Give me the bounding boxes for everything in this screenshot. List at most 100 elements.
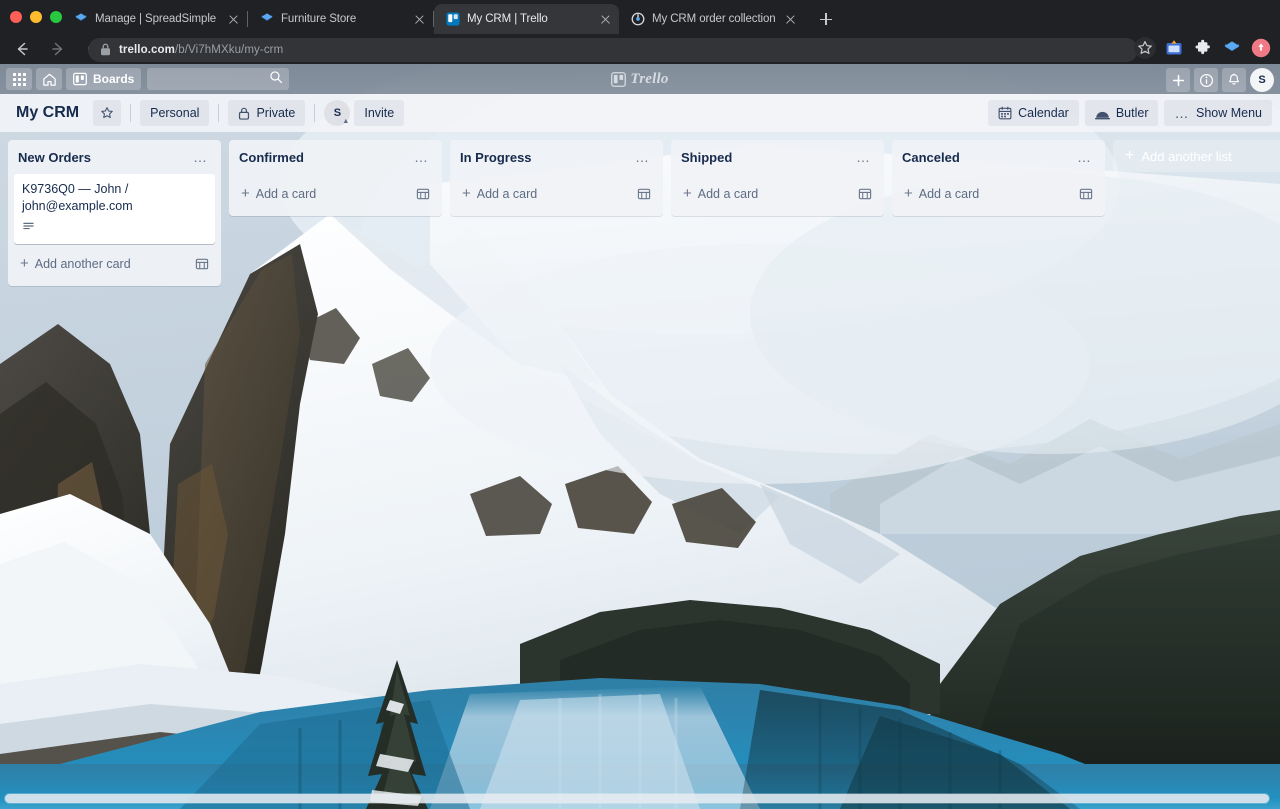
back-button[interactable] (8, 35, 36, 63)
list-header: Shipped … (671, 140, 884, 174)
lock-icon (238, 107, 250, 120)
search-icon (269, 70, 283, 89)
calendar-button[interactable]: Calendar (988, 100, 1079, 126)
add-list-label: Add another list (1141, 149, 1231, 164)
add-a-card-button[interactable]: + Add a card (235, 178, 436, 210)
tab-title: Manage | SpreadSimple (95, 13, 219, 25)
board-title[interactable]: My CRM (8, 104, 89, 122)
invite-button[interactable]: Invite (354, 100, 404, 126)
list-header: In Progress … (450, 140, 663, 174)
workspace-button[interactable]: Personal (140, 100, 209, 126)
info-button[interactable] (1194, 68, 1218, 92)
app-switcher-button[interactable] (6, 68, 32, 90)
board-header-actions: Calendar Butler … Show Menu (988, 100, 1272, 126)
calendar-label: Calendar (1018, 106, 1069, 120)
close-icon[interactable] (598, 12, 613, 27)
add-a-card-button[interactable]: + Add a card (898, 178, 1099, 210)
horizontal-scrollbar[interactable] (4, 793, 1270, 804)
screenshot-extension-icon[interactable] (1163, 37, 1185, 59)
browser-titlebar: Manage | SpreadSimple Furniture Store (0, 0, 1280, 34)
bookmark-star-icon[interactable] (1134, 37, 1156, 59)
plus-icon (1172, 74, 1185, 87)
list-actions-button[interactable]: … (188, 150, 213, 164)
add-card-label: Add another card (35, 257, 131, 271)
add-another-list-button[interactable]: + Add another list (1113, 140, 1280, 172)
list-header: New Orders … (8, 140, 221, 174)
add-a-card-button[interactable]: + Add a card (456, 178, 657, 210)
butler-button[interactable]: Butler (1085, 100, 1159, 126)
new-tab-button[interactable] (812, 5, 840, 33)
card-template-icon[interactable] (858, 187, 872, 201)
list-header: Confirmed … (229, 140, 442, 174)
card-title: K9736Q0 — John / john@example.com (22, 181, 207, 215)
add-button[interactable] (1166, 68, 1190, 92)
add-card-label: Add a card (698, 187, 758, 201)
forward-button[interactable] (44, 35, 72, 63)
plus-icon: + (20, 257, 29, 271)
notifications-button[interactable] (1222, 68, 1246, 92)
list-title[interactable]: Confirmed (239, 150, 409, 165)
list-actions-button[interactable]: … (851, 150, 876, 164)
address-bar[interactable]: trello.com/b/Vi7hMXku/my-crm (88, 38, 1138, 62)
board-member-avatar[interactable]: S ▲ (324, 100, 350, 126)
browser-tab-manage-spreadsimple[interactable]: Manage | SpreadSimple (62, 4, 247, 34)
list-canceled: Canceled … + Add a card (892, 140, 1105, 216)
integromat-clock-icon (631, 12, 645, 26)
list-actions-button[interactable]: … (630, 150, 655, 164)
visibility-button[interactable]: Private (228, 100, 305, 126)
close-icon[interactable] (226, 12, 241, 27)
profile-avatar-icon[interactable] (1250, 37, 1272, 59)
list-title[interactable]: Canceled (902, 150, 1072, 165)
card-template-icon[interactable] (1079, 187, 1093, 201)
card-template-icon[interactable] (637, 187, 651, 201)
tab-title: Furniture Store (281, 13, 405, 25)
search-input[interactable] (147, 68, 289, 90)
lock-icon (100, 43, 111, 56)
browser-tab-my-crm-trello[interactable]: My CRM | Trello (434, 4, 619, 34)
add-another-card-button[interactable]: + Add another card (14, 248, 215, 280)
workspace-label: Personal (150, 106, 199, 120)
board-lists: New Orders … K9736Q0 — John / john@examp… (0, 132, 1280, 809)
browser-tab-furniture-store[interactable]: Furniture Store (248, 4, 433, 34)
list-actions-button[interactable]: … (1072, 150, 1097, 164)
scrollbar-thumb[interactable] (5, 794, 1269, 803)
grid-apps-icon (13, 73, 26, 86)
invite-label: Invite (364, 106, 394, 120)
avatar[interactable]: S (1250, 68, 1274, 92)
show-menu-button[interactable]: … Show Menu (1164, 100, 1272, 126)
list-title[interactable]: New Orders (18, 150, 188, 165)
spreadsimple-diamond-icon (74, 12, 88, 26)
boards-button[interactable]: Boards (66, 68, 141, 90)
trello-board-icon (446, 12, 460, 26)
board-header: My CRM Personal Private S ▲ (0, 94, 1280, 132)
maximize-window-button[interactable] (50, 11, 62, 23)
plus-icon: + (683, 187, 692, 201)
trello-logo-icon (611, 72, 626, 87)
search-field[interactable] (153, 72, 269, 86)
toolbar-icons (1134, 37, 1272, 59)
list-actions-button[interactable]: … (409, 150, 434, 164)
close-icon[interactable] (783, 12, 798, 27)
home-button[interactable] (36, 68, 62, 90)
list-shipped: Shipped … + Add a card (671, 140, 884, 216)
close-icon[interactable] (412, 12, 427, 27)
card[interactable]: K9736Q0 — John / john@example.com (14, 174, 215, 244)
visibility-label: Private (256, 106, 295, 120)
list-new-orders: New Orders … K9736Q0 — John / john@examp… (8, 140, 221, 286)
card-template-icon[interactable] (195, 257, 209, 271)
spreadsimple-extension-icon[interactable] (1221, 37, 1243, 59)
list-title[interactable]: In Progress (460, 150, 630, 165)
card-template-icon[interactable] (416, 187, 430, 201)
close-window-button[interactable] (10, 11, 22, 23)
top-nav-actions: S (1166, 68, 1274, 92)
star-board-button[interactable] (93, 100, 121, 126)
butler-label: Butler (1116, 106, 1149, 120)
tab-title: My CRM order collection | Inte (652, 13, 776, 25)
browser-tab-my-crm-order-collection[interactable]: My CRM order collection | Inte (619, 4, 804, 34)
trello-wordmark: Trello (630, 71, 668, 88)
add-a-card-button[interactable]: + Add a card (677, 178, 878, 210)
list-title[interactable]: Shipped (681, 150, 851, 165)
member-badge-icon: ▲ (342, 118, 349, 125)
extensions-puzzle-icon[interactable] (1192, 37, 1214, 59)
minimize-window-button[interactable] (30, 11, 42, 23)
